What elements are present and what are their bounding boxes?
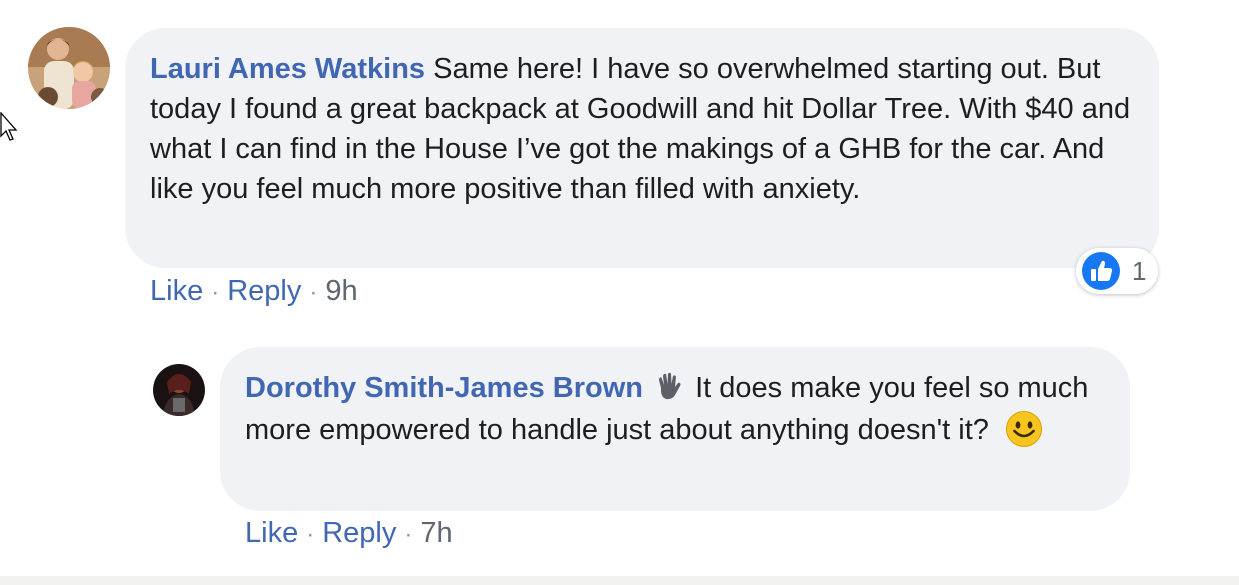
mouse-pointer-icon <box>0 111 20 142</box>
avatar[interactable] <box>153 364 205 416</box>
reply-link[interactable]: Reply <box>227 275 301 307</box>
reply-link[interactable]: Reply <box>322 517 396 549</box>
separator: · <box>309 279 318 306</box>
comment-actions: Like · Reply · 7h <box>245 517 453 551</box>
comment-author[interactable]: Dorothy Smith-James Brown <box>245 372 643 404</box>
comment-author[interactable]: Lauri Ames Watkins <box>150 53 425 85</box>
waving-hand-icon <box>659 372 681 400</box>
reaction-count: 1 <box>1132 255 1147 286</box>
like-link[interactable]: Like <box>150 275 203 307</box>
separator: · <box>211 279 220 306</box>
separator: · <box>306 521 315 548</box>
smiling-face-emoji <box>1005 411 1042 447</box>
separator: · <box>404 521 413 548</box>
bottom-divider <box>0 576 1239 585</box>
comment-actions: Like · Reply · 9h <box>150 275 358 309</box>
avatar[interactable] <box>28 27 110 109</box>
reply-bubble: Dorothy Smith-James Brown It does make y… <box>220 347 1130 511</box>
reaction-summary[interactable]: 1 <box>1076 248 1158 294</box>
comment-bubble: Lauri Ames Watkins Same here! I have so … <box>125 28 1159 268</box>
comment-timestamp[interactable]: 9h <box>325 275 357 307</box>
thumbs-up-icon <box>1082 252 1120 290</box>
comment-timestamp[interactable]: 7h <box>420 517 452 549</box>
like-link[interactable]: Like <box>245 517 298 549</box>
